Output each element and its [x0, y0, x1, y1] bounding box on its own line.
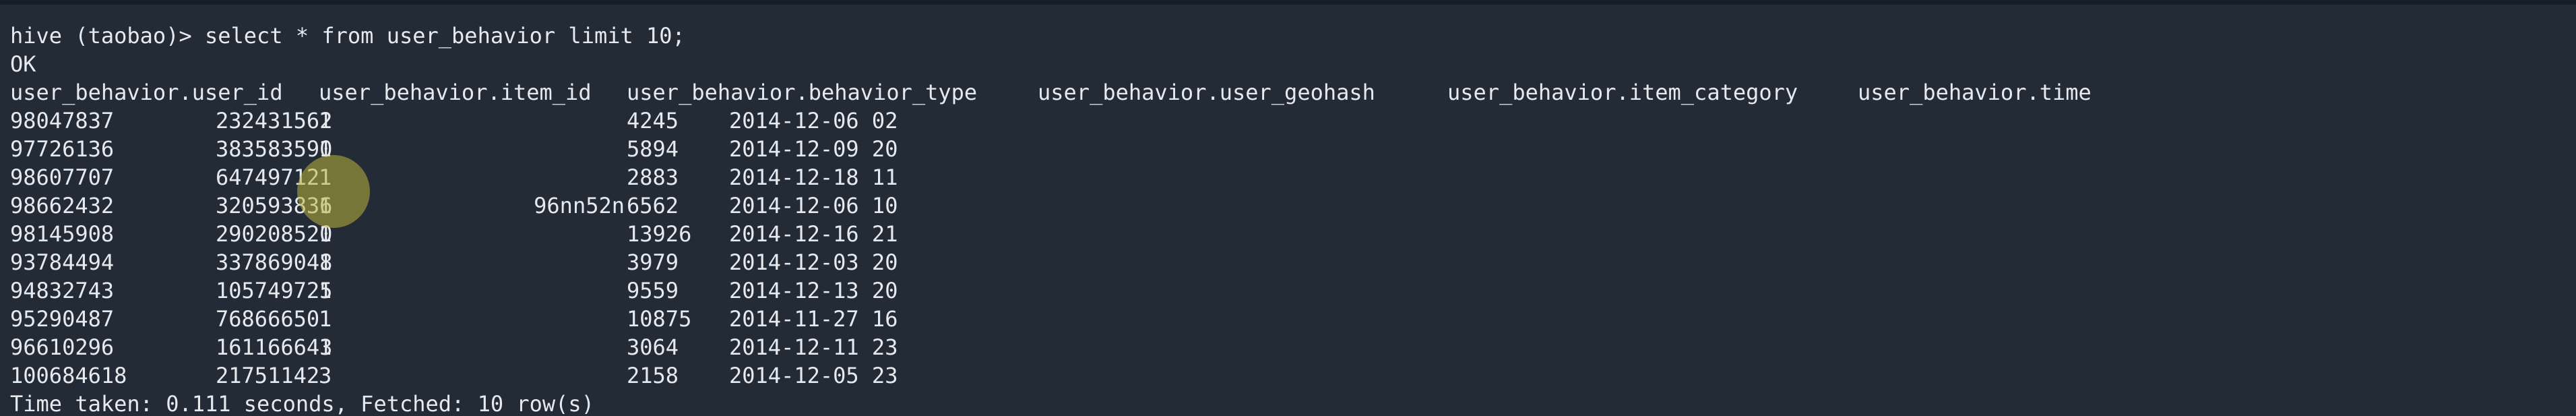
cell-user-id: 95290487 [10, 306, 115, 332]
cell-time: 2014-12-16 21 [729, 221, 898, 247]
cursor-highlight-dot [297, 155, 370, 228]
cell-time: 2014-12-05 23 [729, 363, 898, 388]
cell-time: 2014-12-11 23 [729, 334, 898, 360]
cell-item-category: 3064 [627, 334, 679, 360]
table-row: 94832743 105749725 1 9559 2014-12-13 20 [10, 276, 953, 305]
table-row: 98047837 232431562 1 4245 2014-12-06 02 [10, 107, 953, 135]
cell-item-id: 232431562 [216, 108, 333, 133]
table-row: 97726136 383583590 1 5894 2014-12-09 20 [10, 135, 953, 163]
cell-item-id: 105749725 [216, 278, 333, 303]
cell-time: 2014-12-06 02 [729, 108, 898, 133]
cell-item-category: 3979 [627, 249, 679, 275]
cell-item-id: 161166643 [216, 334, 333, 360]
cell-user-id: 98662432 [10, 193, 115, 218]
cell-user-geohash: 96nn52n [534, 193, 625, 218]
terminal-top-border [0, 0, 2576, 5]
cell-item-category: 5894 [627, 136, 679, 162]
cell-user-id: 98145908 [10, 221, 115, 247]
cell-item-category: 2158 [627, 363, 679, 388]
cell-item-category: 6562 [627, 193, 679, 218]
cell-item-id: 290208520 [216, 221, 333, 247]
cell-time: 2014-11-27 16 [729, 306, 898, 332]
cell-user-id: 98607707 [10, 165, 115, 190]
cell-time: 2014-12-03 20 [729, 249, 898, 275]
table-row: 95290487 76866650 1 10875 2014-11-27 16 [10, 305, 953, 333]
ok-line: OK [10, 51, 36, 77]
cell-behavior-type: 3 [319, 363, 332, 388]
cell-item-category: 10875 [627, 306, 692, 332]
cell-item-category: 9559 [627, 278, 679, 303]
cell-user-id: 100684618 [10, 363, 127, 388]
header-item-category: user_behavior.item_category [1447, 80, 1798, 105]
cell-behavior-type: 1 [319, 108, 332, 133]
cell-behavior-type: 1 [319, 249, 332, 275]
table-row: 98607707 64749712 1 2883 2014-12-18 11 [10, 163, 953, 191]
cell-item-id: 21751142 [216, 363, 320, 388]
cell-behavior-type: 1 [319, 306, 332, 332]
cell-user-id: 93784494 [10, 249, 115, 275]
table-row: 93784494 337869048 1 3979 2014-12-03 20 [10, 248, 953, 276]
cell-item-category: 13926 [627, 221, 692, 247]
table-row: 100684618 21751142 3 2158 2014-12-05 23 [10, 361, 953, 390]
header-user-geohash: user_behavior.user_geohash [1038, 80, 1375, 105]
cell-item-category: 2883 [627, 165, 679, 190]
header-behavior-type: user_behavior.behavior_type [627, 80, 978, 105]
cell-behavior-type: 1 [319, 334, 332, 360]
cell-behavior-type: 1 [319, 278, 332, 303]
footer-line: Time taken: 0.111 seconds, Fetched: 10 r… [10, 391, 594, 416]
cell-time: 2014-12-06 10 [729, 193, 898, 218]
header-item-id: user_behavior.item_id [319, 80, 592, 105]
cell-time: 2014-12-18 11 [729, 165, 898, 190]
table-row: 98145908 290208520 1 13926 2014-12-16 21 [10, 220, 953, 248]
cell-user-id: 96610296 [10, 334, 115, 360]
header-user-id: user_behavior.user_id [10, 80, 283, 105]
cell-item-id: 383583590 [216, 136, 333, 162]
cell-item-category: 4245 [627, 108, 679, 133]
terminal-window[interactable]: hive (taobao)> select * from user_behavi… [0, 0, 2576, 416]
cell-item-id: 76866650 [216, 306, 320, 332]
header-time: user_behavior.time [1858, 80, 2092, 105]
cell-user-id: 94832743 [10, 278, 115, 303]
cell-time: 2014-12-09 20 [729, 136, 898, 162]
table-row: 98662432 320593836 1 96nn52n 6562 2014-1… [10, 191, 953, 220]
result-header-row: user_behavior.user_id user_behavior.item… [10, 78, 2571, 107]
cell-user-id: 98047837 [10, 108, 115, 133]
cell-item-id: 337869048 [216, 249, 333, 275]
cell-time: 2014-12-13 20 [729, 278, 898, 303]
cell-user-id: 97726136 [10, 136, 115, 162]
command-line: hive (taobao)> select * from user_behavi… [10, 23, 685, 49]
table-row: 96610296 161166643 1 3064 2014-12-11 23 [10, 333, 953, 361]
